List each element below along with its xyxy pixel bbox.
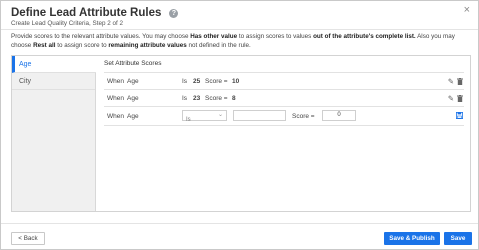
close-icon[interactable]: ×: [464, 5, 470, 16]
instructions-part: Provide scores to the relevant attribute…: [11, 33, 191, 40]
new-rule-attribute: Age: [127, 113, 139, 120]
rule-score-label: Score =: [205, 78, 228, 85]
edit-icon[interactable]: ✎: [448, 95, 454, 103]
dialog-subtitle: Create Lead Quality Criteria, Step 2 of …: [11, 20, 124, 27]
title-bar: Define Lead Attribute Rules ?: [11, 7, 179, 19]
edit-icon[interactable]: ✎: [448, 78, 454, 86]
section-title: Set Attribute Scores: [104, 60, 162, 67]
value-input[interactable]: [233, 110, 286, 121]
new-rule-when-label: When: [107, 113, 124, 120]
new-rule-score-label: Score =: [292, 113, 315, 120]
instructions-part: to assign scores to values: [237, 33, 314, 40]
instructions-bold: out of the attribute's complete list.: [313, 33, 416, 40]
trash-icon[interactable]: [457, 95, 463, 104]
instructions-part: to assign score to: [55, 41, 109, 49]
rule-operator: Is: [182, 78, 188, 85]
rule-score: 10: [232, 78, 240, 85]
header-divider: [1, 29, 478, 30]
rule-row: When Age Is 25 Score = 10 ✎: [104, 73, 464, 90]
sidebar-item-age[interactable]: Age: [12, 56, 96, 73]
new-rule-row: When Age Is ⌄ Score = 0: [104, 107, 464, 126]
chevron-down-icon: ⌄: [217, 112, 223, 118]
instructions-text: Provide scores to the relevant attribute…: [11, 33, 471, 50]
instructions-part: not defined in the rule.: [186, 41, 251, 49]
operator-select[interactable]: Is ⌄: [182, 110, 227, 123]
help-icon[interactable]: ?: [169, 9, 179, 18]
dialog-title: Define Lead Attribute Rules: [11, 7, 162, 19]
back-button[interactable]: < Back: [11, 232, 45, 245]
rule-value: 23: [193, 95, 201, 102]
rule-when-label: When: [107, 95, 124, 102]
footer-divider: [1, 223, 478, 224]
rule-row: When Age Is 23 Score = 8 ✎: [104, 90, 464, 107]
rule-value: 25: [193, 78, 201, 85]
rule-score: 8: [232, 95, 236, 102]
save-icon[interactable]: [456, 112, 463, 121]
instructions-bold: Rest all: [33, 41, 56, 49]
instructions-bold: Has other value: [190, 33, 238, 40]
define-lead-attribute-rules-dialog: Define Lead Attribute Rules ? Create Lea…: [0, 0, 479, 250]
rule-when-label: When: [107, 78, 124, 85]
score-input[interactable]: 0: [322, 110, 356, 121]
attribute-sidebar: Age City: [12, 56, 96, 211]
rules-list: When Age Is 25 Score = 10 ✎ When Age Is …: [104, 72, 464, 126]
save-and-publish-button[interactable]: Save & Publish: [384, 232, 440, 245]
rules-panel: Age City Set Attribute Scores When Age I…: [11, 55, 471, 212]
rule-attribute: Age: [127, 95, 139, 102]
attribute-scores-section: Set Attribute Scores When Age Is 25 Scor…: [104, 60, 464, 126]
operator-select-value: Is: [186, 117, 191, 123]
rule-attribute: Age: [127, 78, 139, 85]
instructions-bold: remaining attribute values: [108, 41, 187, 49]
save-button[interactable]: Save: [444, 232, 472, 245]
sidebar-item-city[interactable]: City: [12, 73, 95, 90]
rule-score-label: Score =: [205, 95, 228, 102]
rule-operator: Is: [182, 95, 188, 102]
trash-icon[interactable]: [457, 78, 463, 87]
